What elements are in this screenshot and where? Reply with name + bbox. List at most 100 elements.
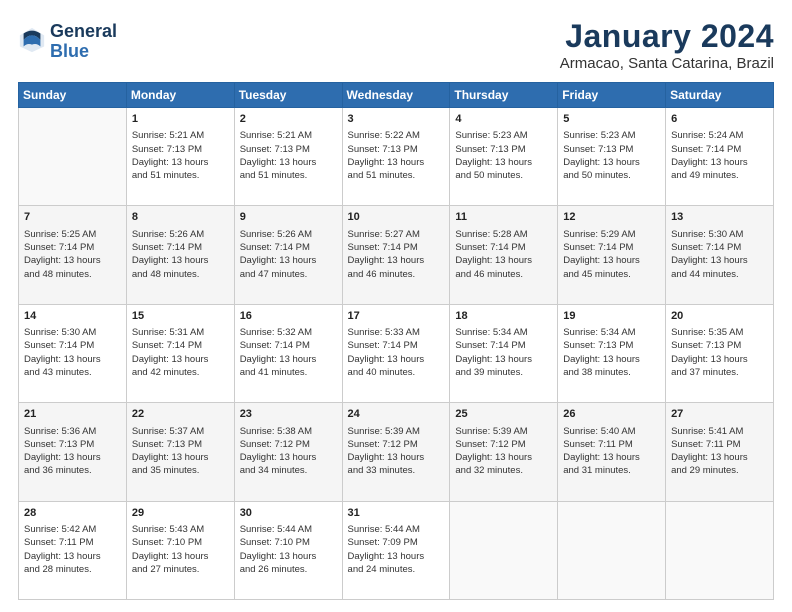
day-number: 26 — [563, 407, 660, 422]
day-number: 23 — [240, 407, 337, 422]
day-info-line: Sunrise: 5:39 AM — [348, 425, 445, 438]
day-info-line: and 29 minutes. — [671, 464, 768, 477]
column-header-sunday: Sunday — [19, 83, 127, 108]
calendar-day-cell: 3Sunrise: 5:22 AMSunset: 7:13 PMDaylight… — [342, 108, 450, 206]
column-header-tuesday: Tuesday — [234, 83, 342, 108]
calendar-day-cell: 24Sunrise: 5:39 AMSunset: 7:12 PMDayligh… — [342, 403, 450, 501]
calendar-day-cell — [666, 501, 774, 599]
calendar-week-row: 28Sunrise: 5:42 AMSunset: 7:11 PMDayligh… — [19, 501, 774, 599]
day-info-line: Daylight: 13 hours — [132, 353, 229, 366]
day-info-line: Sunrise: 5:33 AM — [348, 326, 445, 339]
day-info-line: Daylight: 13 hours — [24, 550, 121, 563]
day-info-line: and 34 minutes. — [240, 464, 337, 477]
calendar-day-cell: 14Sunrise: 5:30 AMSunset: 7:14 PMDayligh… — [19, 304, 127, 402]
calendar-day-cell: 25Sunrise: 5:39 AMSunset: 7:12 PMDayligh… — [450, 403, 558, 501]
day-info-line: Daylight: 13 hours — [563, 254, 660, 267]
day-info-line: Sunset: 7:14 PM — [671, 241, 768, 254]
column-header-saturday: Saturday — [666, 83, 774, 108]
calendar-day-cell: 17Sunrise: 5:33 AMSunset: 7:14 PMDayligh… — [342, 304, 450, 402]
day-number: 25 — [455, 407, 552, 422]
day-info-line: and 42 minutes. — [132, 366, 229, 379]
day-info-line: Sunset: 7:13 PM — [671, 339, 768, 352]
day-info-line: Sunset: 7:11 PM — [24, 536, 121, 549]
day-info-line: Daylight: 13 hours — [24, 353, 121, 366]
column-header-friday: Friday — [558, 83, 666, 108]
day-info-line: Sunset: 7:10 PM — [132, 536, 229, 549]
day-info-line: Daylight: 13 hours — [132, 156, 229, 169]
day-info-line: Sunset: 7:11 PM — [563, 438, 660, 451]
day-number: 9 — [240, 210, 337, 225]
title-block: January 2024 Armacao, Santa Catarina, Br… — [560, 18, 774, 72]
day-info-line: Sunset: 7:13 PM — [348, 143, 445, 156]
day-info-line: Sunrise: 5:29 AM — [563, 228, 660, 241]
day-info-line: and 50 minutes. — [455, 169, 552, 182]
calendar-day-cell: 1Sunrise: 5:21 AMSunset: 7:13 PMDaylight… — [126, 108, 234, 206]
day-number: 7 — [24, 210, 121, 225]
day-info-line: and 40 minutes. — [348, 366, 445, 379]
calendar-day-cell: 7Sunrise: 5:25 AMSunset: 7:14 PMDaylight… — [19, 206, 127, 304]
day-info-line: Sunrise: 5:41 AM — [671, 425, 768, 438]
day-info-line: and 37 minutes. — [671, 366, 768, 379]
calendar-day-cell: 4Sunrise: 5:23 AMSunset: 7:13 PMDaylight… — [450, 108, 558, 206]
day-info-line: and 46 minutes. — [348, 268, 445, 281]
day-number: 30 — [240, 506, 337, 521]
calendar-day-cell: 30Sunrise: 5:44 AMSunset: 7:10 PMDayligh… — [234, 501, 342, 599]
calendar-day-cell: 19Sunrise: 5:34 AMSunset: 7:13 PMDayligh… — [558, 304, 666, 402]
calendar-day-cell: 15Sunrise: 5:31 AMSunset: 7:14 PMDayligh… — [126, 304, 234, 402]
day-number: 5 — [563, 112, 660, 127]
day-info-line: and 32 minutes. — [455, 464, 552, 477]
day-number: 31 — [348, 506, 445, 521]
day-info-line: Daylight: 13 hours — [240, 254, 337, 267]
day-number: 13 — [671, 210, 768, 225]
day-info-line: Daylight: 13 hours — [348, 156, 445, 169]
calendar-day-cell: 21Sunrise: 5:36 AMSunset: 7:13 PMDayligh… — [19, 403, 127, 501]
day-info-line: and 51 minutes. — [132, 169, 229, 182]
day-info-line: and 43 minutes. — [24, 366, 121, 379]
day-info-line: Sunset: 7:14 PM — [671, 143, 768, 156]
calendar-day-cell: 23Sunrise: 5:38 AMSunset: 7:12 PMDayligh… — [234, 403, 342, 501]
day-info-line: and 26 minutes. — [240, 563, 337, 576]
day-number: 19 — [563, 309, 660, 324]
day-info-line: Daylight: 13 hours — [455, 254, 552, 267]
day-info-line: and 48 minutes. — [24, 268, 121, 281]
day-info-line: Sunset: 7:13 PM — [240, 143, 337, 156]
logo-line2: Blue — [50, 42, 117, 62]
day-info-line: and 24 minutes. — [348, 563, 445, 576]
day-info-line: Sunrise: 5:31 AM — [132, 326, 229, 339]
day-info-line: Sunset: 7:13 PM — [563, 143, 660, 156]
day-info-line: Daylight: 13 hours — [671, 156, 768, 169]
column-header-monday: Monday — [126, 83, 234, 108]
day-info-line: and 36 minutes. — [24, 464, 121, 477]
day-info-line: Daylight: 13 hours — [24, 451, 121, 464]
day-info-line: Daylight: 13 hours — [671, 451, 768, 464]
day-info-line: Daylight: 13 hours — [240, 451, 337, 464]
day-info-line: Sunset: 7:14 PM — [240, 339, 337, 352]
day-number: 15 — [132, 309, 229, 324]
day-info-line: and 51 minutes. — [348, 169, 445, 182]
day-info-line: Daylight: 13 hours — [132, 451, 229, 464]
calendar-day-cell — [558, 501, 666, 599]
logo-text: General Blue — [50, 22, 117, 62]
day-info-line: Sunrise: 5:30 AM — [24, 326, 121, 339]
calendar-table: SundayMondayTuesdayWednesdayThursdayFrid… — [18, 82, 774, 600]
day-info-line: Sunset: 7:11 PM — [671, 438, 768, 451]
day-info-line: Sunrise: 5:23 AM — [455, 129, 552, 142]
day-info-line: Sunrise: 5:44 AM — [240, 523, 337, 536]
day-number: 16 — [240, 309, 337, 324]
day-info-line: Daylight: 13 hours — [348, 353, 445, 366]
day-info-line: and 45 minutes. — [563, 268, 660, 281]
day-info-line: Sunrise: 5:34 AM — [455, 326, 552, 339]
day-info-line: Sunset: 7:14 PM — [240, 241, 337, 254]
calendar-day-cell: 13Sunrise: 5:30 AMSunset: 7:14 PMDayligh… — [666, 206, 774, 304]
calendar-day-cell — [450, 501, 558, 599]
calendar-day-cell: 20Sunrise: 5:35 AMSunset: 7:13 PMDayligh… — [666, 304, 774, 402]
day-info-line: Daylight: 13 hours — [563, 353, 660, 366]
day-info-line: Sunrise: 5:37 AM — [132, 425, 229, 438]
day-info-line: Sunrise: 5:35 AM — [671, 326, 768, 339]
day-info-line: Sunrise: 5:23 AM — [563, 129, 660, 142]
day-info-line: Daylight: 13 hours — [240, 550, 337, 563]
day-info-line: Sunrise: 5:22 AM — [348, 129, 445, 142]
day-info-line: Daylight: 13 hours — [132, 254, 229, 267]
day-info-line: Daylight: 13 hours — [671, 254, 768, 267]
day-number: 27 — [671, 407, 768, 422]
